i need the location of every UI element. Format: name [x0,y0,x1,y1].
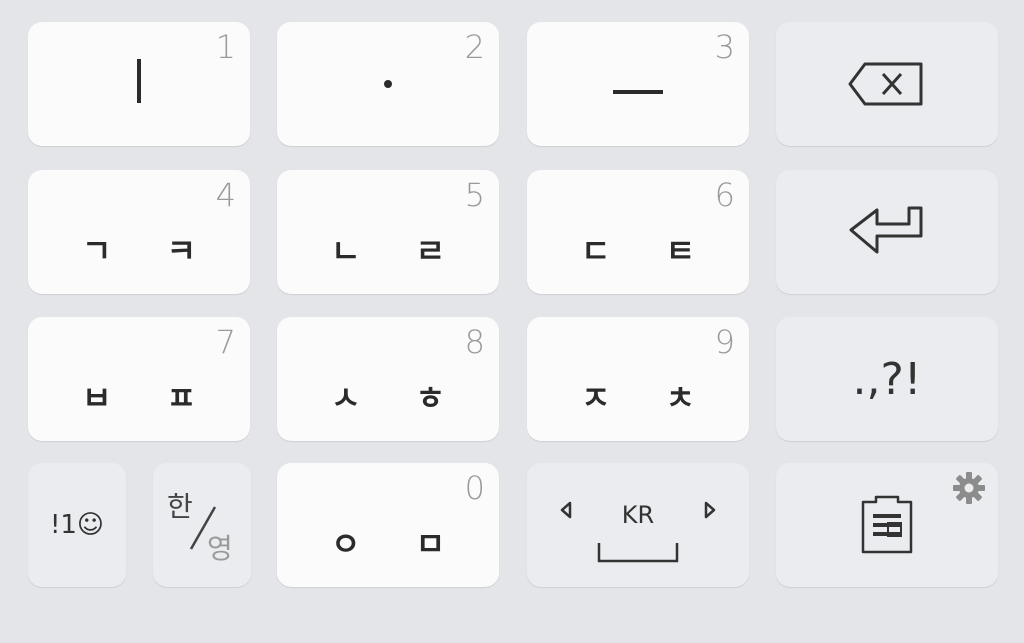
cursor-right-icon[interactable] [703,501,717,519]
key-vowel-i[interactable]: 1 [28,22,250,146]
key-digeut-tieut[interactable]: 6 ㄷ ㅌ [527,170,749,294]
enter-icon [849,206,923,254]
clipboard-key[interactable] [776,463,998,587]
punctuation-label: .,?! [852,353,922,405]
key-ieung-mieum[interactable]: 0 ㅇ ㅁ [277,463,499,587]
space-bar-icon [597,543,679,563]
lang-english-label: 영 [207,532,233,565]
symbols-label: !1☺ [49,510,105,540]
key-nieun-rieul[interactable]: 5 ㄴ ㄹ [277,170,499,294]
space-key[interactable]: KR [527,463,749,587]
backspace-icon [848,62,923,106]
key-main-label: ㅅ ㅎ [330,379,468,417]
key-vowel-eu[interactable]: 3 [527,22,749,146]
language-switch-key[interactable]: 한 영 [153,463,251,587]
punctuation-key[interactable]: .,?! [776,317,998,441]
key-number: 0 [464,469,485,507]
key-number: 8 [464,323,485,361]
backspace-key[interactable] [776,22,998,146]
key-siot-hieut[interactable]: 8 ㅅ ㅎ [277,317,499,441]
key-main-label: ㄷ ㅌ [580,232,718,270]
key-main-label: ㅂ ㅍ [81,379,219,417]
key-main-label: ㄴ ㄹ [330,232,468,270]
key-main-label: ㄱ ㅋ [81,232,219,270]
key-vowel-dot[interactable]: 2 [277,22,499,146]
key-main-label [28,22,250,146]
key-bieup-pieup[interactable]: 7 ㅂ ㅍ [28,317,250,441]
enter-key[interactable] [776,170,998,294]
symbols-key[interactable]: !1☺ [28,463,126,587]
key-main-label: ㅈ ㅊ [580,379,718,417]
key-number: 5 [464,176,485,214]
key-number: 4 [215,176,236,214]
clipboard-icon [861,495,913,554]
key-main-label [527,22,749,146]
key-number: 9 [714,323,735,361]
key-number: 7 [215,323,236,361]
key-number: 6 [714,176,735,214]
key-main-label: ㅇ ㅁ [330,525,468,563]
key-main-label [277,22,499,146]
key-giyeok-kieuk[interactable]: 4 ㄱ ㅋ [28,170,250,294]
key-jieut-chieut[interactable]: 9 ㅈ ㅊ [527,317,749,441]
